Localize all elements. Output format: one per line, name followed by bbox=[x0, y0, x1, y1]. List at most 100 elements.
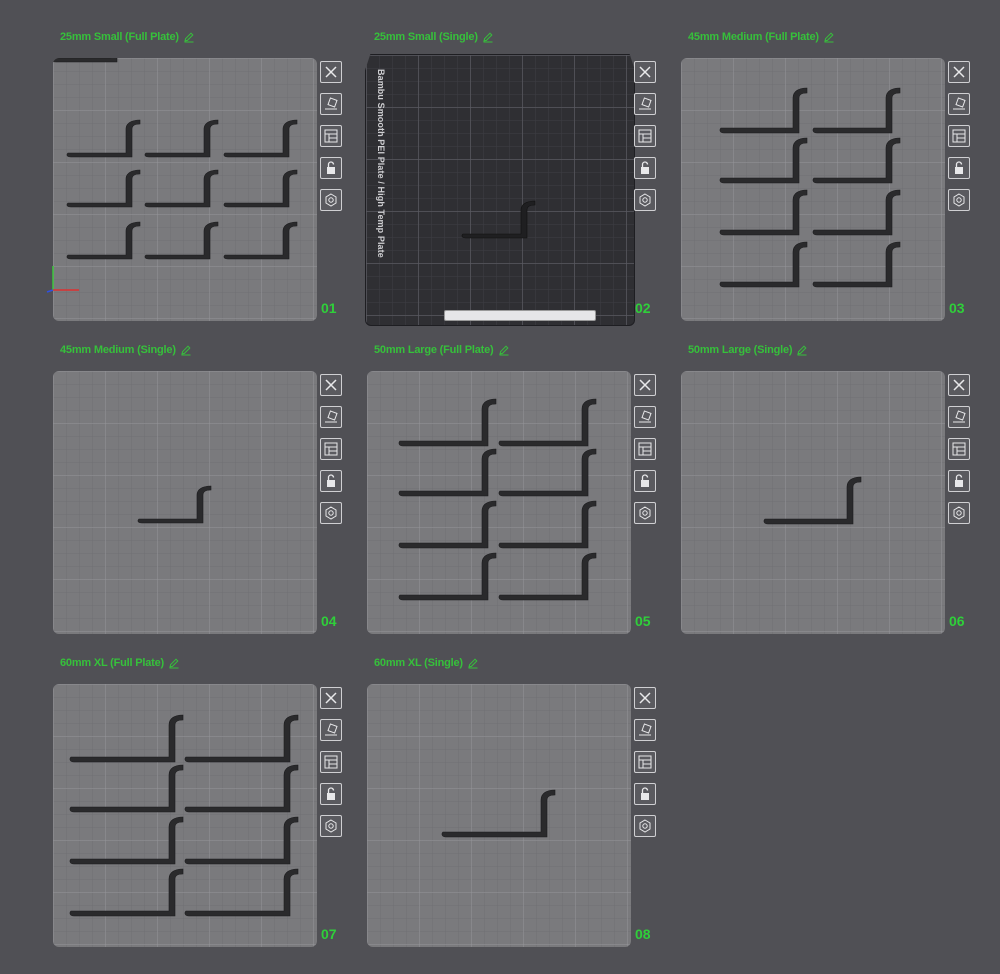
edit-pencil-icon[interactable] bbox=[180, 344, 192, 356]
plate-card-01: 25mm Small (Full Plate) 01 bbox=[46, 28, 353, 328]
remove-plate-button[interactable] bbox=[634, 374, 656, 396]
build-plate[interactable] bbox=[53, 684, 317, 947]
lock-plate-button[interactable] bbox=[948, 470, 970, 492]
plate-title[interactable]: 60mm XL (Single) bbox=[374, 657, 479, 669]
arrange-icon bbox=[638, 755, 652, 769]
remove-plate-button[interactable] bbox=[634, 61, 656, 83]
arrange-icon bbox=[324, 755, 338, 769]
arrange-button[interactable] bbox=[948, 438, 970, 460]
plate-settings-button[interactable] bbox=[634, 502, 656, 524]
plate-settings-button[interactable] bbox=[320, 502, 342, 524]
build-plate-selected[interactable]: Bambu Smooth PEI Plate / High Temp Plate bbox=[365, 54, 635, 326]
remove-plate-button[interactable] bbox=[320, 687, 342, 709]
settings-icon bbox=[639, 193, 651, 207]
plate-title[interactable]: 45mm Medium (Full Plate) bbox=[688, 31, 835, 43]
build-plate[interactable] bbox=[367, 371, 631, 634]
arrange-icon bbox=[638, 442, 652, 456]
plate-toolbar bbox=[320, 61, 342, 221]
remove-plate-button[interactable] bbox=[320, 374, 342, 396]
plate-number: 08 bbox=[635, 926, 651, 942]
hook-models[interactable] bbox=[366, 55, 634, 325]
plate-title[interactable]: 45mm Medium (Single) bbox=[60, 344, 192, 356]
close-icon bbox=[325, 692, 337, 704]
plate-title[interactable]: 50mm Large (Single) bbox=[688, 344, 808, 356]
auto-orient-icon bbox=[325, 410, 338, 423]
plate-title[interactable]: 50mm Large (Full Plate) bbox=[374, 344, 510, 356]
edit-pencil-icon[interactable] bbox=[498, 344, 510, 356]
lock-icon bbox=[641, 474, 649, 487]
plate-settings-button[interactable] bbox=[948, 502, 970, 524]
edit-pencil-icon[interactable] bbox=[796, 344, 808, 356]
plate-title[interactable]: 60mm XL (Full Plate) bbox=[60, 657, 180, 669]
plate-toolbar bbox=[634, 687, 656, 847]
arrange-button[interactable] bbox=[634, 125, 656, 147]
lock-plate-button[interactable] bbox=[320, 470, 342, 492]
remove-plate-button[interactable] bbox=[948, 61, 970, 83]
close-icon bbox=[953, 379, 965, 391]
auto-orient-button[interactable] bbox=[948, 93, 970, 115]
plate-settings-button[interactable] bbox=[948, 189, 970, 211]
settings-icon bbox=[325, 819, 337, 833]
lock-plate-button[interactable] bbox=[634, 783, 656, 805]
auto-orient-icon bbox=[953, 97, 966, 110]
build-plate[interactable] bbox=[53, 371, 317, 634]
auto-orient-button[interactable] bbox=[320, 93, 342, 115]
hook-models[interactable] bbox=[53, 58, 317, 321]
arrange-button[interactable] bbox=[320, 125, 342, 147]
remove-plate-button[interactable] bbox=[948, 374, 970, 396]
hook-models[interactable] bbox=[681, 58, 945, 321]
arrange-icon bbox=[952, 129, 966, 143]
lock-plate-button[interactable] bbox=[634, 157, 656, 179]
auto-orient-button[interactable] bbox=[634, 406, 656, 428]
close-icon bbox=[325, 379, 337, 391]
close-icon bbox=[639, 379, 651, 391]
arrange-button[interactable] bbox=[634, 751, 656, 773]
auto-orient-button[interactable] bbox=[948, 406, 970, 428]
lock-icon bbox=[641, 161, 649, 174]
plate-card-08: 60mm XL (Single) 08 bbox=[367, 654, 667, 954]
edit-pencil-icon[interactable] bbox=[467, 657, 479, 669]
lock-plate-button[interactable] bbox=[634, 470, 656, 492]
remove-plate-button[interactable] bbox=[320, 61, 342, 83]
plate-settings-button[interactable] bbox=[634, 189, 656, 211]
arrange-button[interactable] bbox=[320, 438, 342, 460]
plate-settings-button[interactable] bbox=[320, 189, 342, 211]
plate-title[interactable]: 25mm Small (Single) bbox=[374, 31, 494, 43]
auto-orient-icon bbox=[325, 97, 338, 110]
edit-pencil-icon[interactable] bbox=[183, 31, 195, 43]
plate-title[interactable]: 25mm Small (Full Plate) bbox=[60, 31, 195, 43]
lock-plate-button[interactable] bbox=[320, 783, 342, 805]
remove-plate-button[interactable] bbox=[634, 687, 656, 709]
arrange-button[interactable] bbox=[320, 751, 342, 773]
settings-icon bbox=[639, 819, 651, 833]
edit-pencil-icon[interactable] bbox=[482, 31, 494, 43]
plate-number: 01 bbox=[321, 300, 337, 316]
settings-icon bbox=[953, 193, 965, 207]
arrange-button[interactable] bbox=[948, 125, 970, 147]
hook-models[interactable] bbox=[53, 371, 317, 634]
lock-icon bbox=[327, 161, 335, 174]
auto-orient-button[interactable] bbox=[634, 93, 656, 115]
build-plate[interactable] bbox=[53, 58, 317, 321]
plate-card-02: 25mm Small (Single) Bambu Smooth PEI Pla… bbox=[365, 28, 667, 328]
hook-models[interactable] bbox=[367, 371, 631, 634]
plate-settings-button[interactable] bbox=[320, 815, 342, 837]
hook-models[interactable] bbox=[53, 684, 317, 947]
plate-card-04: 45mm Medium (Single) 04 bbox=[53, 341, 353, 641]
plate-settings-button[interactable] bbox=[634, 815, 656, 837]
lock-plate-button[interactable] bbox=[320, 157, 342, 179]
hook-models[interactable] bbox=[367, 684, 631, 947]
build-plate[interactable] bbox=[681, 58, 945, 321]
edit-pencil-icon[interactable] bbox=[823, 31, 835, 43]
hook-models[interactable] bbox=[681, 371, 945, 634]
auto-orient-button[interactable] bbox=[320, 719, 342, 741]
auto-orient-button[interactable] bbox=[634, 719, 656, 741]
auto-orient-button[interactable] bbox=[320, 406, 342, 428]
build-plate[interactable] bbox=[681, 371, 945, 634]
edit-pencil-icon[interactable] bbox=[168, 657, 180, 669]
arrange-button[interactable] bbox=[634, 438, 656, 460]
lock-plate-button[interactable] bbox=[948, 157, 970, 179]
settings-icon bbox=[325, 193, 337, 207]
build-plate[interactable] bbox=[367, 684, 631, 947]
plate-card-03: 45mm Medium (Full Plate) 03 bbox=[681, 28, 981, 328]
